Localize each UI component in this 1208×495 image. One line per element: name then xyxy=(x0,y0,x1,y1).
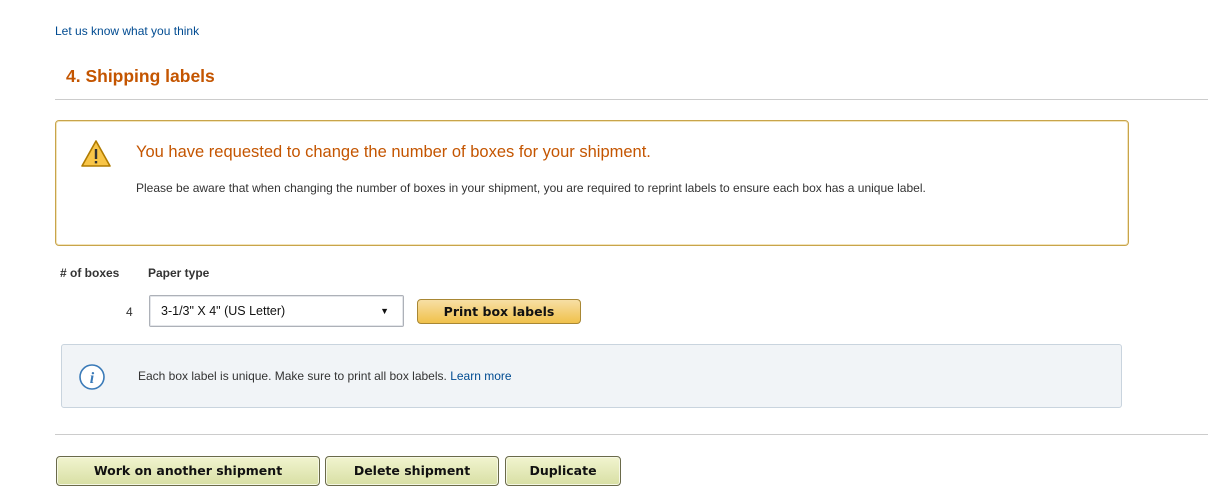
learn-more-link[interactable]: Learn more xyxy=(450,369,511,383)
work-on-another-shipment-button[interactable]: Work on another shipment xyxy=(56,456,320,486)
feedback-link[interactable]: Let us know what you think xyxy=(55,24,199,38)
section-title: 4. Shipping labels xyxy=(66,66,215,86)
paper-type-selected: 3-1/3" X 4" (US Letter) xyxy=(161,304,286,318)
warning-icon xyxy=(80,139,112,169)
info-icon: i xyxy=(78,363,106,391)
warning-alert: You have requested to change the number … xyxy=(55,120,1129,246)
chevron-down-icon: ▼ xyxy=(380,306,389,316)
svg-text:i: i xyxy=(90,370,95,387)
actions-divider xyxy=(55,434,1208,435)
paper-type-select[interactable]: 3-1/3" X 4" (US Letter) ▼ xyxy=(149,295,404,327)
duplicate-button[interactable]: Duplicate xyxy=(505,456,621,486)
info-text: Each box label is unique. Make sure to p… xyxy=(138,369,447,383)
alert-heading: You have requested to change the number … xyxy=(136,143,651,161)
print-box-labels-button[interactable]: Print box labels xyxy=(417,299,581,324)
alert-body: Please be aware that when changing the n… xyxy=(136,181,926,195)
box-count-value: 4 xyxy=(126,305,133,319)
section-divider xyxy=(55,99,1208,100)
paper-type-column-header: Paper type xyxy=(148,266,210,280)
info-message: Each box label is unique. Make sure to p… xyxy=(138,369,512,383)
boxes-column-header: # of boxes xyxy=(60,266,120,280)
info-alert: i Each box label is unique. Make sure to… xyxy=(61,344,1122,408)
delete-shipment-button[interactable]: Delete shipment xyxy=(325,456,499,486)
